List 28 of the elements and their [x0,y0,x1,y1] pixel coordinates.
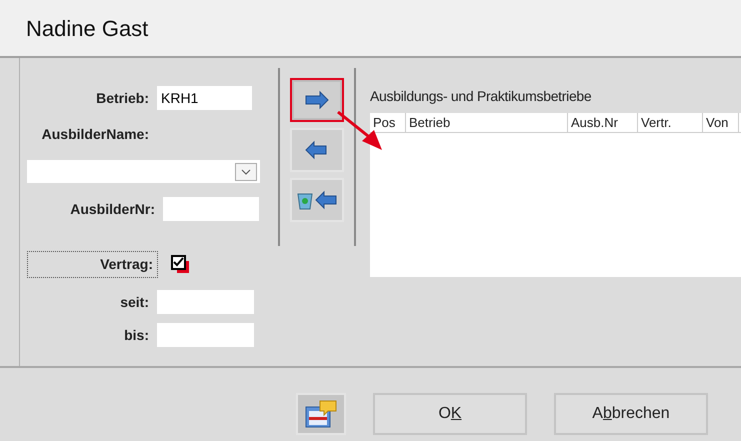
ok-button[interactable]: OK [373,393,527,435]
column-header[interactable]: Ausb.Nr [568,113,638,132]
checkbox[interactable] [171,254,186,270]
bin-arrow-icon [296,189,338,211]
column-header[interactable]: Von [703,113,739,132]
ausbilder-name-label: AusbilderName: [40,125,150,144]
check-icon [173,257,184,267]
table-title: Ausbildungs- und Praktikumsbetriebe [370,87,592,106]
column-header[interactable]: Betrieb [406,113,568,132]
betrieb-label: Betrieb: [95,88,150,108]
ausbilder-nr-field[interactable] [163,197,259,221]
seit-label: seit: [119,292,150,312]
ausbilder-nr-label: AusbilderNr: [69,200,156,218]
add-button[interactable] [290,78,344,122]
right-arrow-icon [304,90,330,110]
remove-button[interactable] [290,128,344,172]
cancel-button[interactable]: Abbrechen [554,393,708,435]
chevron-down-icon [235,162,257,180]
notes-button[interactable] [296,393,346,435]
bis-field[interactable] [157,323,254,347]
seit-field[interactable] [157,290,254,314]
column-header[interactable]: Vertr. [638,113,703,132]
betrieb-field[interactable]: KRH1 [157,86,252,110]
bis-label: bis: [123,326,150,344]
window-title: Nadine Gast [26,14,148,42]
remove-all-button[interactable] [290,178,344,222]
note-card-icon [304,399,338,429]
vertrag-label: Vertrag: [27,251,158,278]
